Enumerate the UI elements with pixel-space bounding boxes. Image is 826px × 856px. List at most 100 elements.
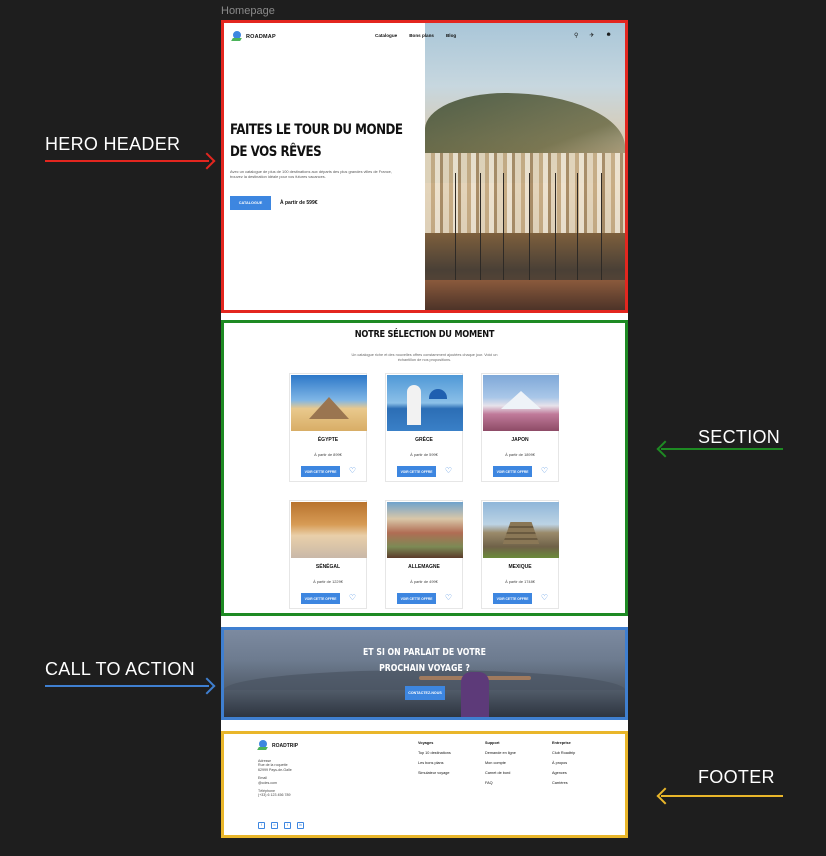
card-price: À partir de 1748€ <box>505 579 535 584</box>
annotation-footer: FOOTER <box>698 767 775 787</box>
phone-value[interactable]: (+33) 6 123 456 789 <box>258 793 318 797</box>
card-price: À partir de 1899€ <box>505 452 535 457</box>
view-offer-button[interactable]: VOIR CETTE OFFRE <box>493 466 532 477</box>
footer-link[interactable]: Demande en ligne <box>485 748 516 758</box>
cta-title: ET SI ON PARLAIT DE VOTRE PROCHAIN VOYAG… <box>362 647 486 674</box>
card-image <box>291 375 367 431</box>
footer-brand: ROADTRIP <box>272 743 299 749</box>
card-image <box>483 502 559 558</box>
hero-price: À partir de 599€ <box>280 200 318 206</box>
call-to-action-banner: ET SI ON PARLAIT DE VOTRE PROCHAIN VOYAG… <box>224 630 625 717</box>
catalogue-button[interactable]: CATALOGUE <box>230 196 271 210</box>
basket-icon[interactable]: ♡ <box>540 594 549 602</box>
card-image <box>387 375 463 431</box>
logo-icon <box>258 740 268 752</box>
card-title: ÉGYPTE <box>317 437 339 443</box>
footer-link[interactable]: Club Roadtrip <box>552 748 575 758</box>
basket-icon[interactable]: ♡ <box>444 467 453 475</box>
annotation-section: SECTION <box>698 427 781 447</box>
basket-icon[interactable]: ♡ <box>540 467 549 475</box>
basket-icon[interactable]: ♡ <box>444 594 453 602</box>
footer-column-support: Support Demande en ligne Mon compte Carn… <box>485 739 516 788</box>
hero-title: FAITES LE TOUR DU MONDE DE VOS RÊVES <box>230 122 403 160</box>
nav-link-catalogue[interactable]: Catalogue <box>375 33 397 38</box>
nav-links: Catalogue Bons plans Blog <box>375 33 456 38</box>
annotation-section-line <box>661 448 783 450</box>
arrow-right-icon <box>198 152 216 170</box>
card-title: ALLEMAGNE <box>408 564 440 570</box>
footer-link[interactable]: FAQ <box>485 778 516 788</box>
nav-link-blog[interactable]: Blog <box>446 33 456 38</box>
search-icon[interactable]: ⚲ <box>574 32 578 39</box>
social-links: f o t in <box>258 822 304 829</box>
card-price: À partir de 899€ <box>314 452 342 457</box>
hero-photo <box>425 23 625 310</box>
arrow-left-icon <box>656 440 674 458</box>
view-offer-button[interactable]: VOIR CETTE OFFRE <box>301 593 340 604</box>
logo-icon <box>232 31 242 43</box>
traveler-photo <box>461 672 489 717</box>
card-image <box>291 502 367 558</box>
view-offer-button[interactable]: VOIR CETTE OFFRE <box>397 593 436 604</box>
section-title: NOTRE SÉLECTION DU MOMENT <box>354 329 495 340</box>
nav-brand: ROADMAP <box>246 34 276 40</box>
selection-section: NOTRE SÉLECTION DU MOMENT Un catalogue r… <box>224 323 625 613</box>
footer-link[interactable]: Top 10 destinations <box>418 748 451 758</box>
footer-column-entreprise: Entreprise Club Roadtrip À propos Agence… <box>552 739 575 788</box>
hero-header: ROADMAP Catalogue Bons plans Blog ⚲ ✈ ☻ … <box>224 23 625 310</box>
nav-logo[interactable]: ROADMAP <box>232 31 276 43</box>
footer-contact-info: Adresse Rue de la roquette 62999 Pays-de… <box>258 759 318 798</box>
arrow-left-icon <box>656 787 674 805</box>
card-price: À partir de 1229€ <box>313 579 343 584</box>
basket-icon[interactable]: ♡ <box>348 594 357 602</box>
footer-link[interactable]: Carnet de bord <box>485 768 516 778</box>
arrow-right-icon <box>198 677 216 695</box>
section-subtitle: Un catalogue riche et des nouvelles offr… <box>351 353 498 362</box>
footer-column-heading: Support <box>485 741 500 745</box>
view-offer-button[interactable]: VOIR CETTE OFFRE <box>397 466 436 477</box>
card-title: MEXIQUE <box>508 564 532 570</box>
offer-card-japon[interactable]: JAPON À partir de 1899€ VOIR CETTE OFFRE… <box>481 373 559 482</box>
annotation-hero: HERO HEADER <box>45 134 181 154</box>
user-icon[interactable]: ☻ <box>605 32 611 39</box>
annotation-cta: CALL TO ACTION <box>45 659 195 679</box>
footer-column-heading: Entreprise <box>552 741 571 745</box>
card-price: À partir de 499€ <box>410 579 438 584</box>
footer-link[interactable]: Mon compte <box>485 758 516 768</box>
card-price: À partir de 599€ <box>410 452 438 457</box>
nav-icons: ⚲ ✈ ☻ <box>574 32 612 39</box>
annotation-hero-line <box>45 160 209 162</box>
plane-icon[interactable]: ✈ <box>589 32 594 39</box>
hero-description: Avec un catalogue de plus de 100 destina… <box>230 169 392 179</box>
twitter-icon[interactable]: t <box>284 822 291 829</box>
offer-card-senegal[interactable]: SÉNÉGAL À partir de 1229€ VOIR CETTE OFF… <box>289 500 367 609</box>
card-image <box>483 375 559 431</box>
linkedin-icon[interactable]: in <box>297 822 304 829</box>
offer-card-egypte[interactable]: ÉGYPTE À partir de 899€ VOIR CETTE OFFRE… <box>289 373 367 482</box>
nav-link-bons-plans[interactable]: Bons plans <box>409 33 434 38</box>
view-offer-button[interactable]: VOIR CETTE OFFRE <box>301 466 340 477</box>
card-title: SÉNÉGAL <box>315 564 341 570</box>
footer-logo[interactable]: ROADTRIP <box>258 740 298 752</box>
footer-link[interactable]: À propos <box>552 758 575 768</box>
footer-link[interactable]: Les bons plans <box>418 758 451 768</box>
annotation-cta-line <box>45 685 209 687</box>
facebook-icon[interactable]: f <box>258 822 265 829</box>
basket-icon[interactable]: ♡ <box>348 467 357 475</box>
frame-label: Homepage <box>221 5 275 17</box>
footer-link[interactable]: Simulateur voyage <box>418 768 451 778</box>
footer-column-heading: Voyages <box>418 741 434 745</box>
offer-card-grece[interactable]: GRÈCE À partir de 599€ VOIR CETTE OFFRE … <box>385 373 463 482</box>
contact-button[interactable]: CONTACTEZ-NOUS <box>405 686 445 700</box>
card-image <box>387 502 463 558</box>
view-offer-button[interactable]: VOIR CETTE OFFRE <box>493 593 532 604</box>
footer-link[interactable]: Agences <box>552 768 575 778</box>
instagram-icon[interactable]: o <box>271 822 278 829</box>
card-title: JAPON <box>511 437 529 443</box>
offer-card-allemagne[interactable]: ALLEMAGNE À partir de 499€ VOIR CETTE OF… <box>385 500 463 609</box>
footer: ROADTRIP Adresse Rue de la roquette 6299… <box>224 734 625 835</box>
footer-column-voyages: Voyages Top 10 destinations Les bons pla… <box>418 739 451 778</box>
offer-card-mexique[interactable]: MEXIQUE À partir de 1748€ VOIR CETTE OFF… <box>481 500 559 609</box>
card-title: GRÈCE <box>415 437 433 443</box>
footer-link[interactable]: Carrières <box>552 778 575 788</box>
